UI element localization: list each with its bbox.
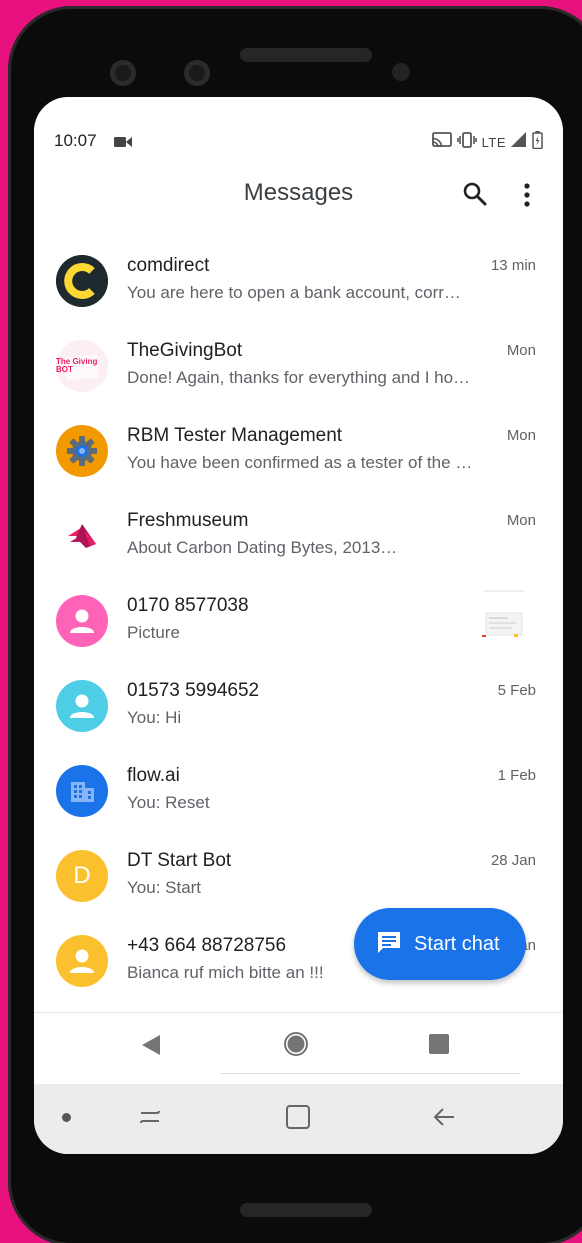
- conversation-item[interactable]: 01573 5994652 You: Hi 5 Feb: [34, 670, 563, 755]
- conversation-item[interactable]: TheGivingBot Done! Again, thanks for eve…: [34, 330, 563, 415]
- comdirect-logo: [56, 255, 108, 307]
- battery-icon: [532, 131, 543, 154]
- phone-screen: 10:07 LTE Messages comdirect You are her…: [34, 97, 563, 1154]
- conversation-name: DT Start Bot: [127, 850, 232, 871]
- conversation-name: Freshmuseum: [127, 510, 249, 531]
- proximity-sensor: [392, 63, 410, 81]
- home-icon[interactable]: [283, 1031, 309, 1062]
- recent-apps-key-icon[interactable]: [137, 1104, 163, 1135]
- vibrate-icon: [456, 132, 477, 153]
- home-key-icon[interactable]: [285, 1104, 311, 1135]
- hide-nav-dot[interactable]: [62, 1113, 71, 1122]
- person-icon: [56, 935, 108, 987]
- back-icon[interactable]: [140, 1033, 162, 1062]
- video-camera-icon: [114, 135, 132, 153]
- more-options-icon[interactable]: [520, 181, 534, 209]
- divider: [220, 1073, 520, 1074]
- conversation-snippet: You: Hi: [127, 708, 182, 727]
- status-time: 10:07: [54, 131, 97, 150]
- picture-thumbnail: [478, 585, 530, 645]
- conversation-timestamp: 28 Jan: [490, 852, 536, 869]
- conversation-item[interactable]: flow.ai You: Reset 1 Feb: [34, 755, 563, 840]
- chat-icon: [376, 929, 402, 960]
- conversation-snippet: You: Start: [127, 878, 202, 897]
- back-key-icon[interactable]: [432, 1104, 458, 1135]
- conversation-item[interactable]: 0170 8577038 Picture: [34, 585, 563, 670]
- cast-icon: [431, 132, 452, 153]
- conversation-name: flow.ai: [127, 765, 180, 786]
- conversation-name: 0170 8577038: [127, 595, 249, 616]
- thegivingbot-logo-icon: [56, 340, 108, 392]
- conversation-name: 01573 5994652: [127, 680, 260, 701]
- conversation-item[interactable]: comdirect You are here to open a bank ac…: [34, 245, 563, 330]
- person-icon: [56, 595, 108, 647]
- letter-avatar: D: [56, 850, 108, 902]
- device-nav-bar: [34, 1084, 563, 1154]
- conversation-name: comdirect: [127, 255, 210, 276]
- conversation-snippet: You are here to open a bank account, cor…: [127, 283, 461, 302]
- conversation-timestamp: 1 Feb: [497, 767, 536, 784]
- conversation-timestamp: Mon: [506, 342, 536, 359]
- network-type: LTE: [481, 135, 506, 150]
- conversation-item[interactable]: Freshmuseum About Carbon Dating Bytes, 2…: [34, 500, 563, 585]
- conversation-snippet: You have been confirmed as a tester of t…: [127, 453, 473, 472]
- conversation-timestamp: 13 min: [490, 257, 536, 274]
- conversation-name: TheGivingBot: [127, 340, 243, 361]
- conversation-timestamp: Mon: [506, 512, 536, 529]
- start-chat-label: Start chat: [414, 932, 500, 955]
- bottom-speaker: [240, 1203, 372, 1217]
- gear-icon: [67, 436, 97, 466]
- signal-icon: [511, 132, 527, 153]
- app-bar: Messages: [34, 175, 563, 237]
- conversation-timestamp: Mon: [506, 427, 536, 444]
- conversation-snippet: Done! Again, thanks for everything and I…: [127, 368, 471, 387]
- earpiece-speaker: [240, 48, 372, 62]
- freshmuseum-logo-icon: [68, 524, 96, 548]
- navigation-bar: [34, 1012, 563, 1085]
- front-camera: [110, 60, 136, 86]
- building-icon: [56, 765, 108, 817]
- conversation-item[interactable]: RBM Tester Management You have been conf…: [34, 415, 563, 500]
- conversation-snippet: About Carbon Dating Bytes, 2013…: [127, 538, 398, 557]
- gear-logo: [56, 425, 108, 477]
- conversation-name: RBM Tester Management: [127, 425, 343, 446]
- status-bar: 10:07 LTE: [34, 97, 563, 175]
- freshmuseum-logo: [56, 510, 108, 562]
- recent-apps-icon[interactable]: [429, 1034, 449, 1059]
- thegivingbot-logo: [56, 340, 108, 392]
- search-icon[interactable]: [462, 181, 490, 209]
- conversation-name: +43 664 88728756: [127, 935, 287, 956]
- front-camera-secondary: [184, 60, 210, 86]
- conversation-snippet: You: Reset: [127, 793, 210, 812]
- start-chat-button[interactable]: Start chat: [354, 908, 526, 980]
- status-icons: LTE: [431, 131, 543, 154]
- person-icon: [56, 680, 108, 732]
- conversation-timestamp: 5 Feb: [497, 682, 536, 699]
- conversation-snippet: Picture: [127, 623, 180, 642]
